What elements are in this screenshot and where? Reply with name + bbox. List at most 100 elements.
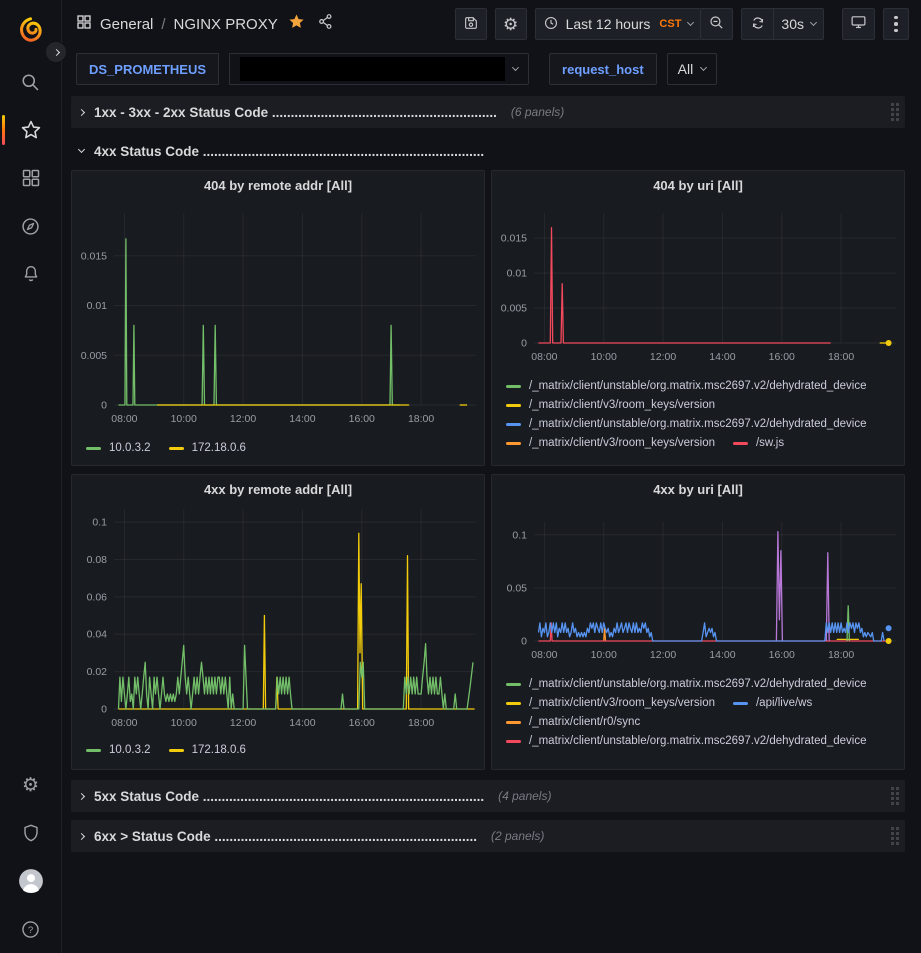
- legend-color-swatch: [86, 749, 101, 752]
- row-drag-handle[interactable]: [891, 103, 899, 121]
- svg-text:0.08: 0.08: [87, 554, 108, 566]
- more-options-button[interactable]: [883, 8, 909, 40]
- row-title: 4xx Status Code ........................…: [94, 144, 484, 159]
- row-drag-handle[interactable]: [891, 787, 899, 805]
- legend-color-swatch: [506, 404, 521, 407]
- legend-item[interactable]: 10.0.3.2: [86, 744, 151, 756]
- svg-text:0.04: 0.04: [87, 629, 108, 641]
- legend-item[interactable]: /_matrix/client/v3/room_keys/version: [506, 437, 715, 449]
- svg-text:12:00: 12:00: [650, 351, 676, 363]
- time-series-plot[interactable]: 08:0010:0012:0014:0016:0018:0000.020.040…: [72, 505, 484, 736]
- legend-label: 10.0.3.2: [109, 744, 151, 756]
- dashboard-title[interactable]: NGINX PROXY: [174, 16, 278, 33]
- sidebar-expand-button[interactable]: [45, 41, 67, 63]
- legend-label: /_matrix/client/unstable/org.matrix.msc2…: [529, 735, 867, 747]
- favorite-star-icon[interactable]: [288, 13, 305, 35]
- legend-item[interactable]: /_matrix/client/unstable/org.matrix.msc2…: [506, 678, 867, 690]
- legend-item[interactable]: /api/live/ws: [733, 697, 812, 709]
- svg-text:18:00: 18:00: [828, 649, 854, 661]
- time-series-plot[interactable]: 08:0010:0012:0014:0016:0018:0000.0050.01…: [72, 209, 484, 432]
- sidebar-item-help[interactable]: ?: [0, 905, 62, 953]
- legend-label: /_matrix/client/v3/room_keys/version: [529, 399, 715, 411]
- legend-color-swatch: [506, 683, 521, 686]
- panel-legend: 10.0.3.2 172.18.0.6: [72, 742, 484, 756]
- legend-item[interactable]: /_matrix/client/v3/room_keys/version: [506, 399, 715, 411]
- svg-text:0.05: 0.05: [507, 582, 528, 594]
- row-5xx[interactable]: 5xx Status Code ........................…: [71, 780, 905, 812]
- apps-grid-icon: [76, 14, 92, 35]
- panel-4xx-by-uri: 4xx by uri [All] 08:0010:0012:0014:0016:…: [491, 474, 905, 770]
- sidebar-item-server-admin[interactable]: [0, 809, 62, 857]
- panel-title[interactable]: 404 by remote addr [All]: [72, 171, 484, 197]
- svg-text:14:00: 14:00: [709, 649, 735, 661]
- legend-item[interactable]: /_matrix/client/v3/room_keys/version: [506, 697, 715, 709]
- svg-text:0.015: 0.015: [81, 250, 107, 262]
- row-6xx[interactable]: 6xx > Status Code ......................…: [71, 820, 905, 852]
- row-panel-count: (2 panels): [491, 829, 544, 843]
- svg-text:16:00: 16:00: [769, 351, 795, 363]
- legend-item[interactable]: 10.0.3.2: [86, 442, 151, 454]
- cycle-view-mode-button[interactable]: [842, 8, 875, 40]
- chart-canvas: 08:0010:0012:0014:0016:0018:0000.0050.01…: [492, 209, 902, 365]
- legend-label: /_matrix/client/unstable/org.matrix.msc2…: [529, 678, 867, 690]
- chevron-right-icon: [78, 108, 85, 115]
- share-icon[interactable]: [317, 13, 334, 35]
- legend-color-swatch: [506, 385, 521, 388]
- legend-label: /_matrix/client/r0/sync: [529, 716, 640, 728]
- refresh-interval-select[interactable]: 30s: [773, 8, 824, 40]
- sidebar-item-search[interactable]: [0, 58, 62, 106]
- dashboard-settings-button[interactable]: ⚙: [495, 8, 527, 40]
- time-series-plot[interactable]: 08:0010:0012:0014:0016:0018:0000.050.1: [492, 518, 904, 668]
- svg-text:18:00: 18:00: [408, 413, 434, 425]
- svg-text:18:00: 18:00: [828, 351, 854, 363]
- legend-item[interactable]: /_matrix/client/unstable/org.matrix.msc2…: [506, 735, 867, 747]
- chevron-right-icon: [78, 832, 85, 839]
- panel-title[interactable]: 4xx by uri [All]: [492, 475, 904, 501]
- sidebar-item-explore[interactable]: [0, 202, 62, 250]
- sidebar-item-dashboards[interactable]: [0, 154, 62, 202]
- panel-title[interactable]: 404 by uri [All]: [492, 171, 904, 197]
- sidebar-item-profile[interactable]: [0, 857, 62, 905]
- variable-request-host-value-dropdown[interactable]: All: [667, 53, 718, 85]
- legend-item[interactable]: 172.18.0.6: [169, 442, 246, 454]
- avatar: [18, 868, 44, 894]
- legend-color-swatch: [169, 447, 184, 450]
- svg-text:08:00: 08:00: [531, 649, 557, 661]
- row-1xx-3xx-2xx[interactable]: 1xx - 3xx - 2xx Status Code ............…: [71, 96, 905, 128]
- grafana-logo-icon: [17, 16, 44, 43]
- refresh-group: 30s: [741, 8, 824, 40]
- sidebar-item-alerting[interactable]: [0, 250, 62, 298]
- legend-item[interactable]: /sw.js: [733, 437, 784, 449]
- zoom-out-time-button[interactable]: [701, 8, 733, 40]
- breadcrumb-section[interactable]: General: [100, 16, 153, 33]
- svg-text:0.1: 0.1: [92, 517, 107, 529]
- legend-color-swatch: [169, 749, 184, 752]
- sidebar: ⚙ ?: [0, 0, 62, 953]
- variable-request-host: request_host: [549, 53, 657, 85]
- refresh-button[interactable]: [741, 8, 773, 40]
- save-dashboard-button[interactable]: [455, 8, 487, 40]
- svg-text:0.015: 0.015: [501, 233, 527, 245]
- monitor-icon: [850, 14, 867, 34]
- refresh-icon: [750, 15, 766, 34]
- panel-legend: /_matrix/client/unstable/org.matrix.msc2…: [492, 676, 904, 747]
- time-range-picker[interactable]: Last 12 hours CST: [535, 8, 702, 40]
- legend-item[interactable]: /_matrix/client/r0/sync: [506, 716, 640, 728]
- chevron-down-icon: [687, 19, 694, 26]
- sidebar-item-configuration[interactable]: ⚙: [0, 761, 62, 809]
- chart-canvas: 08:0010:0012:0014:0016:0018:0000.050.1: [492, 518, 902, 663]
- row-drag-handle[interactable]: [891, 827, 899, 845]
- legend-label: /api/live/ws: [756, 697, 812, 709]
- legend-color-swatch: [86, 447, 101, 450]
- legend-item[interactable]: 172.18.0.6: [169, 744, 246, 756]
- row-panel-count: (4 panels): [498, 789, 551, 803]
- svg-text:0: 0: [521, 338, 527, 350]
- legend-color-swatch: [733, 442, 748, 445]
- variable-ds-prometheus-value-dropdown[interactable]: [229, 53, 529, 85]
- time-series-plot[interactable]: 08:0010:0012:0014:0016:0018:0000.0050.01…: [492, 209, 904, 370]
- sidebar-item-starred[interactable]: [0, 106, 62, 154]
- legend-item[interactable]: /_matrix/client/unstable/org.matrix.msc2…: [506, 380, 867, 392]
- panel-title[interactable]: 4xx by remote addr [All]: [72, 475, 484, 501]
- row-4xx[interactable]: 4xx Status Code ........................…: [71, 136, 905, 166]
- legend-item[interactable]: /_matrix/client/unstable/org.matrix.msc2…: [506, 418, 867, 430]
